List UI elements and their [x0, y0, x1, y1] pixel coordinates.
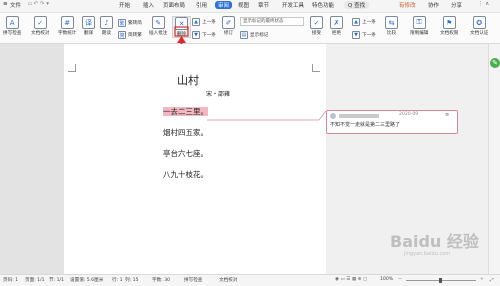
- word-count-icon: #: [60, 16, 74, 29]
- zoom-level[interactable]: 100%: [380, 277, 393, 282]
- fullscreen-icon[interactable]: ⤢: [490, 277, 494, 283]
- collab-button[interactable]: 协作: [428, 1, 439, 9]
- watermark-logo: Baidu 经验: [390, 232, 479, 251]
- status-wordcount[interactable]: 字数: 30: [152, 277, 170, 283]
- page-corner-mark: [312, 64, 320, 72]
- convert-icon: 简: [118, 31, 126, 39]
- compare-button[interactable]: ⇆ 比较: [385, 16, 398, 36]
- prev-comment-button[interactable]: ▲ 上一条: [192, 18, 216, 26]
- comment-text[interactable]: 不知不觉一走就是第二三里路了: [330, 121, 400, 128]
- poem-line: 亭台六七座。: [163, 149, 208, 158]
- quick-access-icons[interactable]: ▫ ↶ ↷ ▾: [28, 1, 49, 7]
- accept-icon: ✓: [310, 16, 323, 29]
- status-doccheck[interactable]: 文档校对: [219, 277, 237, 283]
- comment-icon: ✎: [151, 16, 165, 29]
- doc-permission-button[interactable]: ⚑ 文档权限: [440, 16, 458, 36]
- zoom-slider-thumb[interactable]: [439, 278, 442, 283]
- tab-chapter[interactable]: 章节: [258, 1, 269, 9]
- trad-to-simp-button[interactable]: 繁繁转简: [118, 19, 142, 27]
- tab-view[interactable]: 视图: [238, 1, 249, 9]
- translate-button[interactable]: 译 翻译: [82, 16, 95, 36]
- tab-reference[interactable]: 引用: [196, 1, 207, 9]
- next-comment-button[interactable]: ▼ 下一条: [192, 31, 216, 39]
- speaker-icon: ♪: [100, 16, 113, 29]
- prev-icon: ▲: [192, 18, 200, 26]
- poem-title: 山村: [177, 74, 199, 87]
- avatar: [330, 113, 336, 119]
- read-aloud-button[interactable]: ♪ 朗读: [100, 16, 113, 36]
- tab-review[interactable]: 审阅: [215, 1, 233, 9]
- tab-insert[interactable]: 插入: [143, 1, 154, 9]
- status-pages: 页面: 1/1: [25, 278, 45, 283]
- vertical-scrollbar[interactable]: ✎: [488, 44, 500, 274]
- menu-file[interactable]: 文件: [10, 1, 21, 9]
- ribbon-review: A 拼写检查 ✓ 文档校对 # 字数统计 译 翻译 ♪ 朗读 繁繁转简 简简转繁…: [0, 13, 500, 44]
- reject-icon: ✗: [330, 16, 343, 29]
- status-col: 列: 15: [125, 278, 139, 283]
- show-markup-button[interactable]: ▤ 显示标记: [240, 31, 268, 39]
- doc-proofread-button[interactable]: ✓ 文档校对: [31, 16, 49, 36]
- convert-icon: 繁: [118, 19, 126, 27]
- spell-check-icon: A: [5, 16, 19, 29]
- comment-box[interactable]: 2020-09 ≡ 不知不觉一走就是第二三里路了: [326, 110, 458, 134]
- next-change-button[interactable]: ▼ 下一条: [352, 31, 376, 39]
- track-changes-icon: ✐: [222, 16, 235, 29]
- tab-special[interactable]: 特色功能: [312, 1, 334, 9]
- proofread-icon: ✓: [33, 16, 47, 29]
- tab-developer[interactable]: 开发工具: [282, 1, 304, 9]
- word-count-button[interactable]: # 字数统计: [58, 16, 76, 36]
- spell-check-button[interactable]: A 拼写检查: [3, 16, 21, 36]
- translate-icon: 译: [82, 16, 95, 29]
- certificate-icon: ✪: [472, 16, 486, 29]
- poem-author: 宋・邵雍: [206, 91, 231, 98]
- restrict-editing-button[interactable]: ⚿ 限制编辑: [410, 16, 428, 36]
- title-bar: ≡ 文件 ▫ ↶ ↷ ▾ 开始 插入 页面布局 引用 审阅 视图 章节 开发工具…: [0, 0, 500, 13]
- status-row: 行: 1: [112, 278, 123, 283]
- page-corner-mark: [68, 64, 76, 72]
- status-setting: 设置值: 5.6厘米: [70, 278, 104, 283]
- poem-line: 一去二三里。: [163, 107, 208, 116]
- edit-mode-icon[interactable]: ✎: [490, 58, 500, 68]
- accept-button[interactable]: ✓ 接受: [310, 16, 323, 36]
- poem-line: 烟村四五家。: [163, 128, 208, 137]
- insert-comment-button[interactable]: ✎ 插入批注: [149, 16, 167, 36]
- prev-icon: ▲: [352, 18, 360, 26]
- status-section: 节: 1/1: [49, 278, 64, 283]
- document-page[interactable]: 山村 宋・邵雍 一去二三里。 烟村四五家。 亭台六七座。 八九十枝花。: [64, 44, 326, 274]
- poem-line: 八九十枝花。: [163, 170, 208, 179]
- compare-icon: ⇆: [385, 16, 398, 29]
- reject-button[interactable]: ✗ 拒绝: [330, 16, 343, 36]
- zoom-in-icon[interactable]: +: [480, 277, 484, 282]
- next-icon: ▼: [352, 31, 360, 39]
- hamburger-icon[interactable]: ≡: [3, 1, 8, 7]
- prev-change-button[interactable]: ▲ 上一条: [352, 18, 376, 26]
- tab-page-layout[interactable]: 页面布局: [163, 1, 185, 9]
- unsaved-indicator[interactable]: 有修改: [399, 1, 416, 9]
- markup-icon: ▤: [240, 31, 248, 39]
- status-page: 页码: 1: [3, 278, 19, 283]
- share-button[interactable]: 分享: [451, 1, 462, 9]
- view-mode-icons[interactable]: ◉ ▭ ☰ ▦ ⊕ ▢: [335, 277, 367, 282]
- track-changes-button[interactable]: ✐ 修订: [222, 16, 235, 36]
- status-bar: 页码: 1 页面: 1/1 节: 1/1 设置值: 5.6厘米 行: 1 列: …: [0, 274, 500, 286]
- zoom-slider[interactable]: [406, 278, 476, 283]
- comment-author-redacted: [339, 114, 379, 118]
- permission-icon: ⚑: [442, 16, 456, 29]
- watermark-url: jingyan.baidu.com: [404, 251, 451, 257]
- comment-date: 2020-09: [399, 112, 419, 117]
- lock-icon: ⚿: [412, 16, 426, 29]
- doc-cert-button[interactable]: ✪ 文档认证: [470, 16, 488, 36]
- simp-to-trad-button[interactable]: 简简转繁: [118, 31, 142, 39]
- comment-connector: [207, 110, 327, 121]
- next-icon: ▼: [192, 31, 200, 39]
- comment-menu-icon[interactable]: ≡: [445, 112, 449, 118]
- search-button[interactable]: Q 查找: [344, 1, 370, 9]
- status-spellcheck[interactable]: 拼写检查: [184, 277, 202, 283]
- more-icon[interactable]: ⋮ ∧: [478, 1, 489, 7]
- markup-display-select[interactable]: 显示标记的最终状态: [240, 17, 304, 26]
- zoom-out-icon[interactable]: −: [398, 277, 402, 282]
- tab-start[interactable]: 开始: [119, 1, 130, 9]
